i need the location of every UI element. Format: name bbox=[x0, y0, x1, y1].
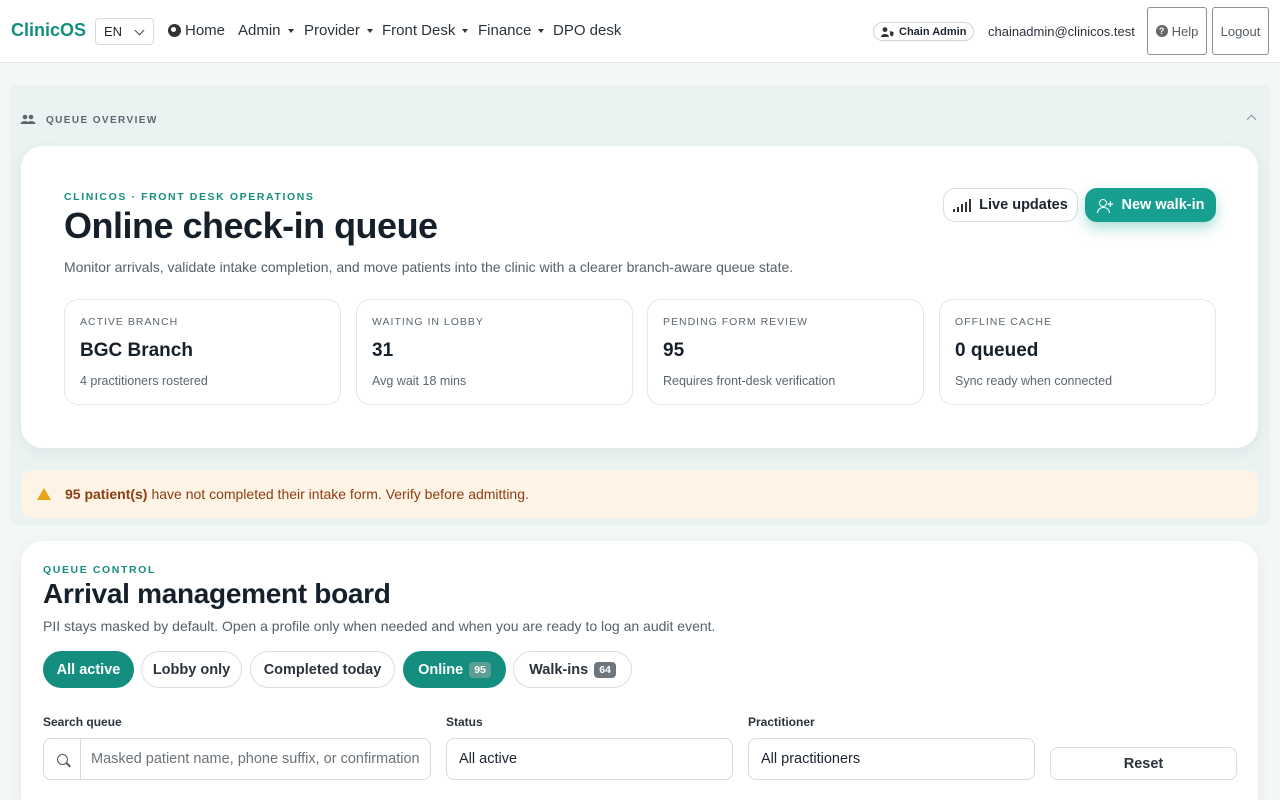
stat-note: 4 practitioners rostered bbox=[80, 374, 208, 388]
stat-value: 31 bbox=[372, 340, 394, 361]
stat-value: BGC Branch bbox=[80, 340, 193, 361]
new-walkin-button[interactable]: + New walk-in bbox=[1085, 188, 1216, 222]
nav-provider-label: Provider bbox=[304, 22, 360, 39]
stat-card-pending-review: PENDING FORM REVIEW 95 Requires front-de… bbox=[647, 299, 924, 405]
chip-label: Lobby only bbox=[152, 661, 231, 678]
language-select[interactable]: EN bbox=[95, 18, 154, 45]
nav-home[interactable]: Home bbox=[168, 22, 225, 39]
filter-chip-all-active[interactable]: All active bbox=[43, 651, 134, 688]
practitioner-label: Practitioner bbox=[748, 715, 815, 729]
stat-value: 0 queued bbox=[955, 340, 1039, 361]
chip-label: Walk-ins bbox=[529, 661, 589, 678]
page-subtitle: Monitor arrivals, validate intake comple… bbox=[64, 259, 794, 275]
chip-label: Online bbox=[418, 661, 464, 678]
role-badge-label: Chain Admin bbox=[899, 25, 967, 38]
filter-chip-online[interactable]: Online 95 bbox=[403, 651, 506, 688]
chip-label: All active bbox=[56, 661, 121, 678]
filter-chip-walkins[interactable]: Walk-ins 64 bbox=[513, 651, 632, 688]
chip-count-badge: 95 bbox=[469, 661, 491, 678]
nav-finance[interactable]: Finance bbox=[478, 22, 545, 39]
search-icon bbox=[56, 753, 68, 765]
caret-down-icon bbox=[287, 28, 294, 33]
chevron-down-icon bbox=[134, 25, 145, 36]
search-queue-label: Search queue bbox=[43, 715, 122, 729]
stat-label: WAITING IN LOBBY bbox=[372, 316, 484, 328]
help-button[interactable]: ? Help bbox=[1147, 7, 1207, 55]
chip-count-badge: 64 bbox=[594, 661, 616, 678]
brand-logo[interactable]: ClinicOS bbox=[11, 20, 86, 41]
logout-label: Logout bbox=[1220, 23, 1261, 39]
help-label: Help bbox=[1171, 23, 1199, 39]
stat-note: Requires front-desk verification bbox=[663, 374, 836, 388]
warning-triangle-icon bbox=[37, 488, 51, 500]
practitioner-select[interactable]: All practitioners bbox=[748, 738, 1035, 780]
search-icon-addon bbox=[44, 739, 81, 779]
globe-icon bbox=[168, 24, 181, 37]
nav-front-desk[interactable]: Front Desk bbox=[382, 22, 469, 39]
nav-admin-label: Admin bbox=[238, 22, 281, 39]
reset-button[interactable]: Reset bbox=[1050, 747, 1237, 780]
top-navbar: ClinicOS EN Home Admin Provider Front De… bbox=[0, 0, 1280, 63]
nav-home-label: Home bbox=[185, 22, 226, 39]
nav-provider[interactable]: Provider bbox=[304, 22, 373, 39]
filter-chip-completed-today[interactable]: Completed today bbox=[250, 651, 395, 688]
nav-admin[interactable]: Admin bbox=[238, 22, 294, 39]
hero-eyebrow: CLINICOS · FRONT DESK OPERATIONS bbox=[64, 191, 315, 203]
page-title: Online check-in queue bbox=[64, 205, 438, 246]
chip-label: Completed today bbox=[263, 661, 382, 678]
language-value: EN bbox=[104, 24, 123, 39]
search-queue-field bbox=[43, 738, 431, 780]
stat-label: OFFLINE CACHE bbox=[955, 316, 1053, 328]
nav-front-desk-label: Front Desk bbox=[382, 22, 456, 39]
nav-dpo-desk[interactable]: DPO desk bbox=[553, 22, 621, 39]
caret-down-icon bbox=[366, 28, 373, 33]
stat-label: PENDING FORM REVIEW bbox=[663, 316, 809, 328]
intake-warning-alert: 95 patient(s) have not completed their i… bbox=[21, 470, 1258, 518]
caret-down-icon bbox=[538, 28, 545, 33]
stat-note: Avg wait 18 mins bbox=[372, 374, 467, 388]
search-queue-input[interactable] bbox=[81, 751, 426, 767]
practitioner-select-value: All practitioners bbox=[761, 751, 861, 767]
question-circle-icon: ? bbox=[1155, 25, 1168, 37]
queue-overview-label: QUEUE OVERVIEW bbox=[46, 114, 158, 126]
nav-finance-label: Finance bbox=[478, 22, 532, 39]
stat-card-active-branch: ACTIVE BRANCH BGC Branch 4 practitioners… bbox=[64, 299, 341, 405]
live-updates-button[interactable]: Live updates bbox=[943, 188, 1078, 222]
status-select-value: All active bbox=[459, 751, 518, 767]
stat-card-waiting-lobby: WAITING IN LOBBY 31 Avg wait 18 mins bbox=[356, 299, 633, 405]
user-email: chainadmin@clinicos.test bbox=[988, 24, 1135, 39]
logout-button[interactable]: Logout bbox=[1212, 7, 1269, 55]
filter-chip-lobby-only[interactable]: Lobby only bbox=[141, 651, 242, 688]
queue-overview-header[interactable]: QUEUE OVERVIEW bbox=[20, 114, 158, 126]
user-plus-icon: + bbox=[1096, 198, 1114, 213]
signal-bars-icon bbox=[953, 198, 972, 212]
status-label: Status bbox=[446, 715, 483, 729]
live-updates-label: Live updates bbox=[979, 197, 1068, 213]
alert-text: have not completed their intake form. Ve… bbox=[151, 486, 529, 502]
stat-note: Sync ready when connected bbox=[955, 374, 1113, 388]
new-walkin-label: New walk-in bbox=[1121, 197, 1205, 213]
users-icon bbox=[20, 114, 36, 124]
user-shield-icon bbox=[881, 26, 894, 37]
stat-card-offline-cache: OFFLINE CACHE 0 queued Sync ready when c… bbox=[939, 299, 1216, 405]
stat-value: 95 bbox=[663, 340, 685, 361]
board-eyebrow: QUEUE CONTROL bbox=[43, 564, 156, 576]
board-subtitle: PII stays masked by default. Open a prof… bbox=[43, 618, 716, 634]
caret-down-icon bbox=[462, 28, 469, 33]
alert-count: 95 patient(s) bbox=[65, 486, 148, 502]
reset-label: Reset bbox=[1123, 755, 1164, 772]
status-select[interactable]: All active bbox=[446, 738, 733, 780]
stat-label: ACTIVE BRANCH bbox=[80, 316, 179, 328]
nav-dpo-desk-label: DPO desk bbox=[553, 22, 622, 39]
role-badge: Chain Admin bbox=[873, 22, 975, 41]
board-title: Arrival management board bbox=[43, 578, 391, 609]
